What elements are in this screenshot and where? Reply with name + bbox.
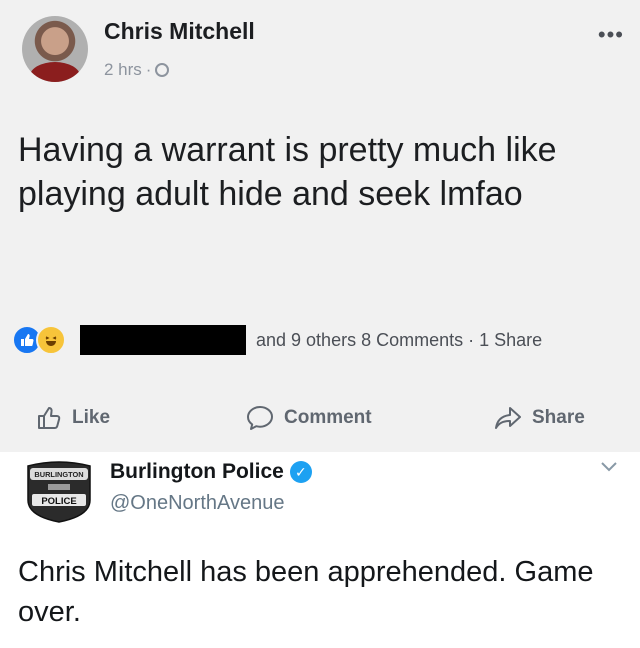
reaction-bar[interactable]: and 9 others 8 Comments · 1 Share	[12, 322, 632, 358]
post-actions: Like Comment Share	[0, 396, 640, 440]
tweet-handle[interactable]: @OneNorthAvenue	[110, 492, 284, 515]
badge-main-text: POLICE	[41, 496, 76, 507]
meta-separator: ·	[145, 60, 152, 79]
share-button[interactable]: Share	[494, 405, 585, 431]
post-meta: 2 hrs ·	[104, 60, 170, 80]
post-time[interactable]: 2 hrs	[104, 60, 142, 80]
author-name[interactable]: Chris Mitchell	[104, 18, 255, 45]
redacted-name	[80, 325, 246, 355]
comment-button[interactable]: Comment	[246, 405, 372, 431]
like-button[interactable]: Like	[36, 405, 110, 431]
haha-icon	[36, 325, 66, 355]
post-text: Having a warrant is pretty much like pla…	[18, 131, 557, 213]
police-badge-avatar[interactable]: BURLINGTON POLICE	[24, 460, 94, 524]
badge-top-text: BURLINGTON	[34, 470, 83, 479]
chevron-down-icon[interactable]	[600, 460, 618, 478]
comment-button-label: Comment	[284, 407, 372, 428]
share-button-label: Share	[532, 407, 585, 428]
thumbs-up-icon	[36, 405, 62, 431]
like-button-label: Like	[72, 407, 111, 428]
facebook-post: Chris Mitchell 2 hrs · ••• Having a warr…	[0, 0, 640, 452]
globe-icon	[155, 63, 170, 77]
tweet-text: Chris Mitchell has been apprehended. Gam…	[18, 556, 594, 628]
engagement-stats[interactable]: and 9 others 8 Comments · 1 Share	[256, 330, 542, 351]
author-avatar[interactable]	[22, 16, 88, 82]
tweet-author-name: Burlington Police	[110, 460, 284, 483]
tweet-author[interactable]: Burlington Police ✓	[110, 460, 312, 484]
more-options-icon[interactable]: •••	[598, 22, 624, 48]
verified-badge-icon: ✓	[289, 461, 312, 483]
share-arrow-icon	[494, 405, 522, 431]
comment-bubble-icon	[246, 405, 274, 431]
